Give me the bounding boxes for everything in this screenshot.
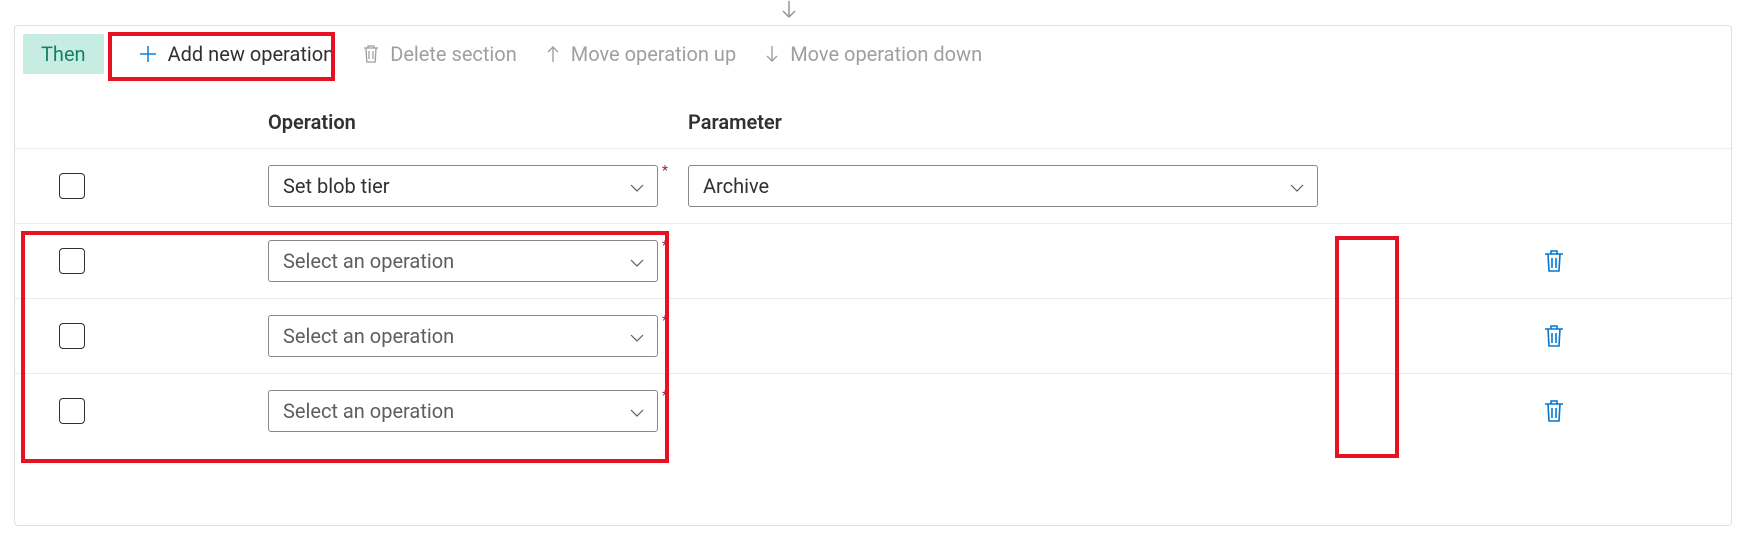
operation-select-value: Select an operation <box>283 249 454 273</box>
move-operation-down-label: Move operation down <box>790 42 982 66</box>
operation-select[interactable]: Select an operation <box>268 240 658 282</box>
operation-select-value: Select an operation <box>283 399 454 423</box>
move-operation-up-label: Move operation up <box>571 42 736 66</box>
operation-rows: Set blob tier * Archive <box>15 148 1731 448</box>
parameter-select-value: Archive <box>703 174 769 198</box>
operation-select[interactable]: Select an operation <box>268 390 658 432</box>
delete-row-button[interactable] <box>1537 393 1571 429</box>
page-root: Then Add new operation <box>0 0 1746 556</box>
trash-icon <box>1543 399 1565 423</box>
move-operation-up-button[interactable]: Move operation up <box>531 34 750 74</box>
then-section-panel: Then Add new operation <box>14 25 1732 526</box>
table-row: Select an operation * <box>15 298 1731 373</box>
operation-cell: Select an operation * <box>268 315 668 357</box>
trash-icon <box>1543 249 1565 273</box>
add-new-operation-label: Add new operation <box>168 42 335 66</box>
required-indicator: * <box>662 388 668 404</box>
row-actions <box>1537 393 1571 429</box>
row-actions <box>1537 243 1571 279</box>
operation-cell: Select an operation * <box>268 390 668 432</box>
flow-arrow-down-icon <box>780 0 798 25</box>
parameter-select[interactable]: Archive <box>688 165 1318 207</box>
operation-select[interactable]: Select an operation <box>268 315 658 357</box>
chevron-down-icon <box>629 324 645 348</box>
table-row: Select an operation * <box>15 373 1731 448</box>
row-checkbox[interactable] <box>59 173 85 199</box>
trash-icon <box>1543 324 1565 348</box>
trash-icon <box>362 44 380 64</box>
plus-icon <box>138 44 158 64</box>
toolbar: Then Add new operation <box>15 26 1731 74</box>
add-new-operation-button[interactable]: Add new operation <box>124 34 349 74</box>
required-indicator: * <box>662 163 668 179</box>
chevron-down-icon <box>1289 174 1305 198</box>
required-indicator: * <box>662 313 668 329</box>
operation-select-value: Select an operation <box>283 324 454 348</box>
operation-select[interactable]: Set blob tier <box>268 165 658 207</box>
arrow-down-icon <box>764 44 780 64</box>
row-checkbox[interactable] <box>59 323 85 349</box>
operation-cell: Set blob tier * <box>268 165 668 207</box>
table-row: Select an operation * <box>15 223 1731 298</box>
operation-cell: Select an operation * <box>268 240 668 282</box>
chevron-down-icon <box>629 174 645 198</box>
header-parameter: Parameter <box>688 110 782 134</box>
chevron-down-icon <box>629 249 645 273</box>
delete-row-button[interactable] <box>1537 243 1571 279</box>
delete-row-button[interactable] <box>1537 318 1571 354</box>
row-checkbox[interactable] <box>59 398 85 424</box>
delete-section-label: Delete section <box>390 42 517 66</box>
table-row: Set blob tier * Archive <box>15 148 1731 223</box>
row-checkbox[interactable] <box>59 248 85 274</box>
arrow-up-icon <box>545 44 561 64</box>
parameter-cell: Archive <box>688 165 1320 207</box>
column-headers: Operation Parameter <box>15 110 1731 148</box>
chevron-down-icon <box>629 399 645 423</box>
operation-select-value: Set blob tier <box>283 174 389 198</box>
move-operation-down-button[interactable]: Move operation down <box>750 34 996 74</box>
then-badge: Then <box>23 34 104 74</box>
delete-section-button[interactable]: Delete section <box>348 34 531 74</box>
header-operation: Operation <box>268 110 688 134</box>
required-indicator: * <box>662 238 668 254</box>
row-actions <box>1537 318 1571 354</box>
